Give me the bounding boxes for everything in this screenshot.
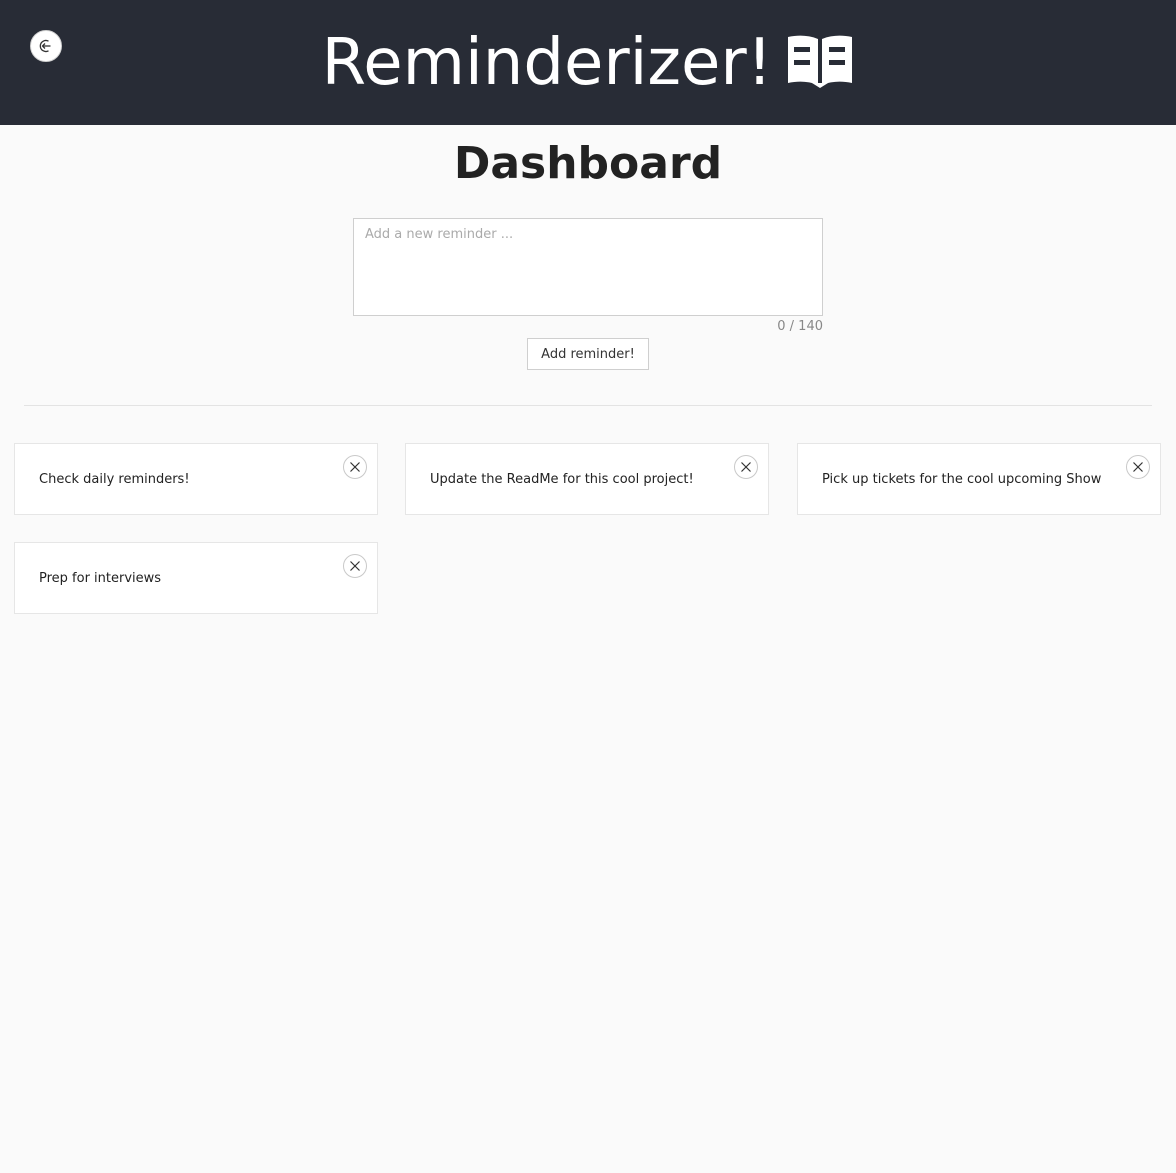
reminder-card: Prep for interviews [14,542,378,614]
reminder-text: Check daily reminders! [39,471,190,487]
add-reminder-button[interactable]: Add reminder! [527,338,649,370]
close-icon [350,561,360,571]
page-title: Dashboard [453,138,723,189]
remove-reminder-button[interactable] [734,455,758,479]
app-title: Reminderizer! [321,25,773,100]
remove-reminder-button[interactable] [343,554,367,578]
app-header: Reminderizer! [0,0,1176,125]
reminder-text: Prep for interviews [39,570,162,586]
close-icon [350,462,360,472]
close-icon [741,462,751,472]
app-root: Reminderizer! Dashboard 0 / 140 Add remi… [0,0,1176,1173]
reminder-card: Update the ReadMe for this cool project! [405,443,769,515]
logout-icon [39,39,51,53]
close-icon [1133,462,1143,472]
reminder-input[interactable] [353,218,823,316]
reminder-text: Update the ReadMe for this cool project! [430,471,694,487]
brand: Reminderizer! [0,0,1176,125]
logout-button[interactable] [30,30,62,62]
divider [24,405,1152,406]
reminder-card: Check daily reminders! [14,443,378,515]
char-counter: 0 / 140 [777,319,823,334]
book-open-icon [788,35,853,88]
remove-reminder-button[interactable] [343,455,367,479]
reminder-card: Pick up tickets for the cool upcoming Sh… [797,443,1161,515]
remove-reminder-button[interactable] [1126,455,1150,479]
reminder-text: Pick up tickets for the cool upcoming Sh… [822,471,1102,487]
